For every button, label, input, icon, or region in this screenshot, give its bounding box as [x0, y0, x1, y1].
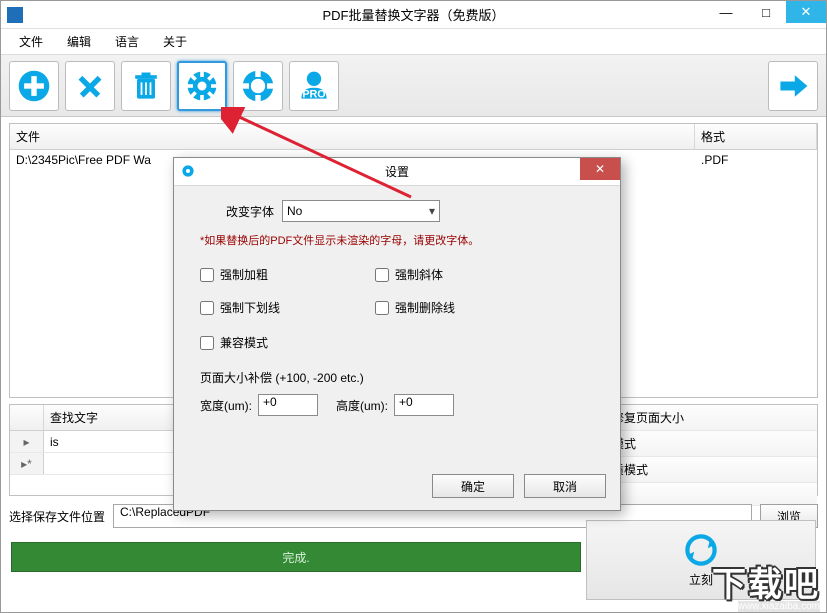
bold-checkbox[interactable]: 强制加粗 [200, 266, 375, 283]
settings-dialog: 设置 ✕ 改变字体 No *如果替换后的PDF文件显示未渲染的字母，请更改字体。… [173, 157, 621, 511]
arrow-right-icon [775, 68, 811, 104]
status-strip: 完成. [11, 542, 581, 572]
status-text: 完成. [282, 549, 309, 566]
clear-button[interactable] [121, 61, 171, 111]
col-quality[interactable]: 质模式 [606, 457, 817, 483]
gear-icon [180, 163, 196, 179]
menu-about[interactable]: 关于 [153, 30, 197, 53]
checkbox-input[interactable] [375, 268, 389, 282]
dialog-body: 改变字体 No *如果替换后的PDF文件显示未渲染的字母，请更改字体。 强制加粗… [174, 186, 620, 430]
col-misc[interactable]: c. [606, 483, 817, 506]
col-fixsize[interactable]: 修复页面大小 [606, 405, 817, 431]
menu-language[interactable]: 语言 [105, 30, 149, 53]
x-icon [72, 68, 108, 104]
font-label: 改变字体 [200, 203, 274, 220]
italic-checkbox[interactable]: 强制斜体 [375, 266, 550, 283]
cancel-button[interactable]: 取消 [524, 474, 606, 498]
gear-icon [184, 68, 220, 104]
cell-format: .PDF [695, 150, 734, 170]
lifebuoy-icon [240, 68, 276, 104]
maximize-button[interactable]: □ [746, 1, 786, 23]
file-table-header: 文件 格式 [10, 124, 817, 150]
font-value: No [287, 204, 302, 218]
pro-icon: PRO [296, 68, 332, 104]
italic-label: 强制斜体 [395, 266, 443, 283]
cell-find[interactable]: is [44, 435, 65, 449]
run-label: 立刻 [689, 571, 713, 588]
next-button[interactable] [768, 61, 818, 111]
add-button[interactable] [9, 61, 59, 111]
watermark-url: www.xiazaiba.com [738, 601, 820, 612]
window-title: PDF批量替换文字器（免费版） [322, 5, 504, 24]
pro-button[interactable]: PRO [289, 61, 339, 111]
strike-checkbox[interactable]: 强制删除线 [375, 299, 550, 316]
compat-label: 兼容模式 [220, 334, 268, 351]
font-hint: *如果替换后的PDF文件显示未渲染的字母，请更改字体。 [200, 232, 594, 248]
bold-label: 强制加粗 [220, 266, 268, 283]
close-button[interactable]: ✕ [786, 1, 826, 23]
height-label: 高度(um): [336, 397, 388, 414]
menu-edit[interactable]: 编辑 [57, 30, 101, 53]
title-bar: PDF批量替换文字器（免费版） — □ ✕ [1, 1, 826, 29]
dialog-close-button[interactable]: ✕ [580, 158, 620, 180]
app-icon [7, 7, 23, 23]
col-file[interactable]: 文件 [10, 124, 695, 149]
col-mode[interactable]: 模式 [606, 431, 817, 457]
svg-text:PRO: PRO [302, 88, 325, 100]
col-format[interactable]: 格式 [695, 124, 817, 149]
menu-file[interactable]: 文件 [9, 30, 53, 53]
settings-button[interactable] [177, 61, 227, 111]
width-label: 宽度(um): [200, 397, 252, 414]
underline-checkbox[interactable]: 强制下划线 [200, 299, 375, 316]
strike-label: 强制删除线 [395, 299, 455, 316]
minimize-button[interactable]: — [706, 1, 746, 23]
dialog-title-bar: 设置 ✕ [174, 158, 620, 186]
window-controls: — □ ✕ [706, 1, 826, 23]
dialog-title: 设置 [385, 163, 409, 180]
search-right-cols: 修复页面大小 模式 质模式 c. [605, 404, 818, 496]
checkbox-input[interactable] [375, 301, 389, 315]
toolbar: PRO [1, 55, 826, 117]
ok-button[interactable]: 确定 [432, 474, 514, 498]
height-input[interactable]: +0 [394, 394, 454, 416]
trash-icon [128, 68, 164, 104]
remove-button[interactable] [65, 61, 115, 111]
compensation-label: 页面大小补偿 (+100, -200 etc.) [200, 369, 594, 386]
row-indicator: ▸ [10, 431, 44, 452]
plus-circle-icon [16, 68, 52, 104]
compat-checkbox[interactable]: 兼容模式 [200, 334, 594, 351]
checkbox-input[interactable] [200, 301, 214, 315]
help-button[interactable] [233, 61, 283, 111]
row-indicator: ▸* [10, 453, 44, 474]
font-combobox[interactable]: No [282, 200, 440, 222]
row-indicator-header [10, 405, 44, 430]
checkbox-input[interactable] [200, 268, 214, 282]
menu-bar: 文件 编辑 语言 关于 [1, 29, 826, 55]
checkbox-input[interactable] [200, 336, 214, 350]
width-input[interactable]: +0 [258, 394, 318, 416]
save-location-label: 选择保存文件位置 [9, 508, 105, 525]
watermark-text: 下载吧 [712, 557, 820, 606]
underline-label: 强制下划线 [220, 299, 280, 316]
